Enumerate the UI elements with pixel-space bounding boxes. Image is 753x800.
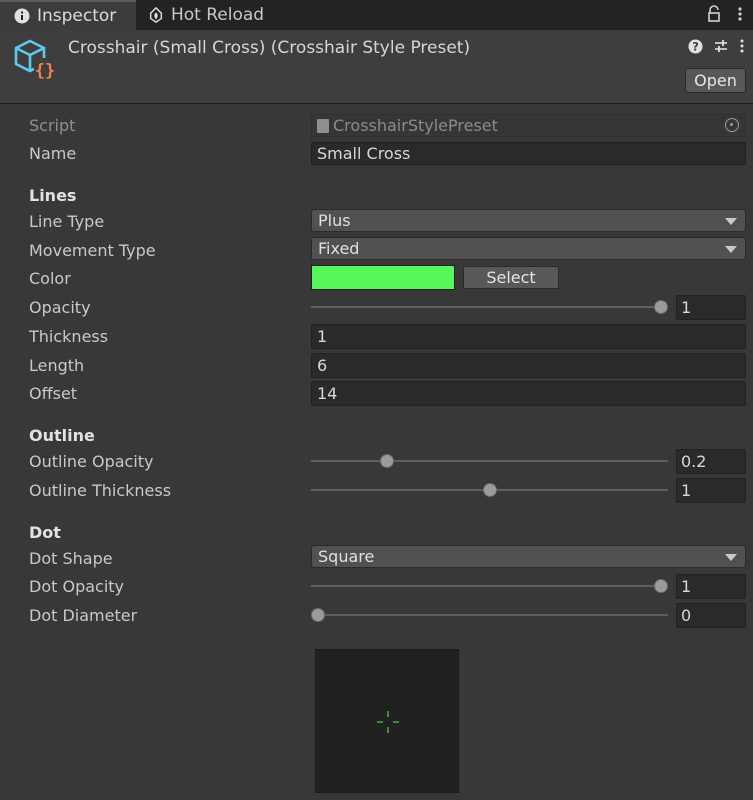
dot-diameter-label: Dot Diameter — [29, 606, 138, 625]
tab-bar: Inspector Hot Reload — [0, 0, 753, 30]
flame-icon — [149, 7, 163, 23]
tab-label: Inspector — [37, 6, 117, 26]
opacity-slider-track[interactable] — [311, 306, 668, 308]
chevron-down-icon — [725, 554, 737, 561]
svg-text:?: ? — [692, 40, 699, 53]
outline-opacity-slider-thumb[interactable] — [379, 454, 394, 468]
outline-thickness-slider-thumb[interactable] — [482, 483, 497, 497]
dot-diameter-value-input[interactable]: 0 — [676, 603, 746, 628]
movement-type-dropdown[interactable]: Fixed — [311, 237, 746, 260]
color-label: Color — [29, 269, 71, 288]
lock-icon[interactable] — [707, 5, 721, 23]
line-type-dropdown[interactable]: Plus — [311, 209, 746, 232]
thickness-label: Thickness — [29, 327, 109, 346]
line-type-value: Plus — [318, 211, 351, 230]
script-label: Script — [29, 116, 76, 135]
color-select-button[interactable]: Select — [463, 266, 559, 289]
dot-opacity-slider-track[interactable] — [311, 585, 668, 587]
outline-opacity-label: Outline Opacity — [29, 452, 154, 471]
line-type-label: Line Type — [29, 212, 105, 231]
dot-opacity-value-input[interactable]: 1 — [676, 574, 746, 599]
script-field[interactable]: CrosshairStylePreset — [311, 114, 746, 137]
dot-opacity-slider-thumb[interactable] — [654, 579, 668, 593]
thickness-input[interactable]: 1 — [311, 324, 746, 349]
opacity-label: Opacity — [29, 298, 91, 317]
dot-diameter-slider-track[interactable] — [311, 614, 668, 616]
opacity-slider-thumb[interactable] — [654, 300, 668, 314]
color-swatch[interactable] — [311, 265, 455, 290]
offset-input[interactable]: 14 — [311, 381, 746, 406]
name-label: Name — [29, 144, 77, 163]
header-title: Crosshair (Small Cross) (Crosshair Style… — [68, 38, 471, 58]
kebab-menu-icon[interactable] — [737, 5, 743, 23]
dot-diameter-slider-thumb[interactable] — [311, 608, 325, 622]
chevron-down-icon — [725, 246, 737, 253]
crosshair-preview-canvas — [377, 711, 399, 733]
object-picker-icon[interactable] — [725, 118, 739, 132]
movement-type-value: Fixed — [318, 239, 360, 258]
offset-label: Offset — [29, 384, 78, 403]
dot-shape-value: Square — [318, 547, 375, 566]
movement-type-label: Movement Type — [29, 241, 156, 260]
tabbar-tools — [707, 5, 743, 23]
header-tools: ? — [688, 38, 745, 54]
tab-hot-reload[interactable]: Hot Reload — [146, 0, 264, 30]
opacity-value-input[interactable]: 1 — [676, 295, 746, 320]
open-button[interactable]: Open — [685, 68, 746, 93]
dot-shape-dropdown[interactable]: Square — [311, 545, 746, 568]
info-icon — [14, 8, 30, 24]
svg-text:{}: {} — [35, 61, 55, 81]
dot-shape-label: Dot Shape — [29, 549, 113, 568]
outline-opacity-value-input[interactable]: 0.2 — [676, 449, 746, 474]
dot-opacity-label: Dot Opacity — [29, 577, 125, 596]
inspector-header: {} Crosshair (Small Cross) (Crosshair St… — [0, 30, 753, 104]
name-input[interactable]: Small Cross — [311, 142, 746, 165]
preset-settings-icon[interactable] — [713, 38, 729, 54]
section-outline-header: Outline — [29, 426, 95, 445]
section-dot-header: Dot — [29, 523, 61, 542]
outline-opacity-slider-track[interactable] — [311, 460, 668, 462]
script-value: CrosshairStylePreset — [333, 116, 498, 135]
length-input[interactable]: 6 — [311, 353, 746, 378]
outline-thickness-label: Outline Thickness — [29, 481, 172, 500]
crosshair-preview — [315, 649, 459, 793]
chevron-down-icon — [725, 218, 737, 225]
tab-inspector[interactable]: Inspector — [0, 0, 136, 30]
outline-thickness-value-input[interactable]: 1 — [676, 478, 746, 503]
tab-label: Hot Reload — [171, 5, 265, 25]
length-label: Length — [29, 356, 85, 375]
scriptable-object-icon: {} — [14, 39, 56, 81]
kebab-menu-icon[interactable] — [739, 38, 745, 54]
script-file-icon — [317, 118, 329, 133]
section-lines-header: Lines — [29, 186, 77, 205]
help-icon[interactable]: ? — [688, 38, 703, 54]
